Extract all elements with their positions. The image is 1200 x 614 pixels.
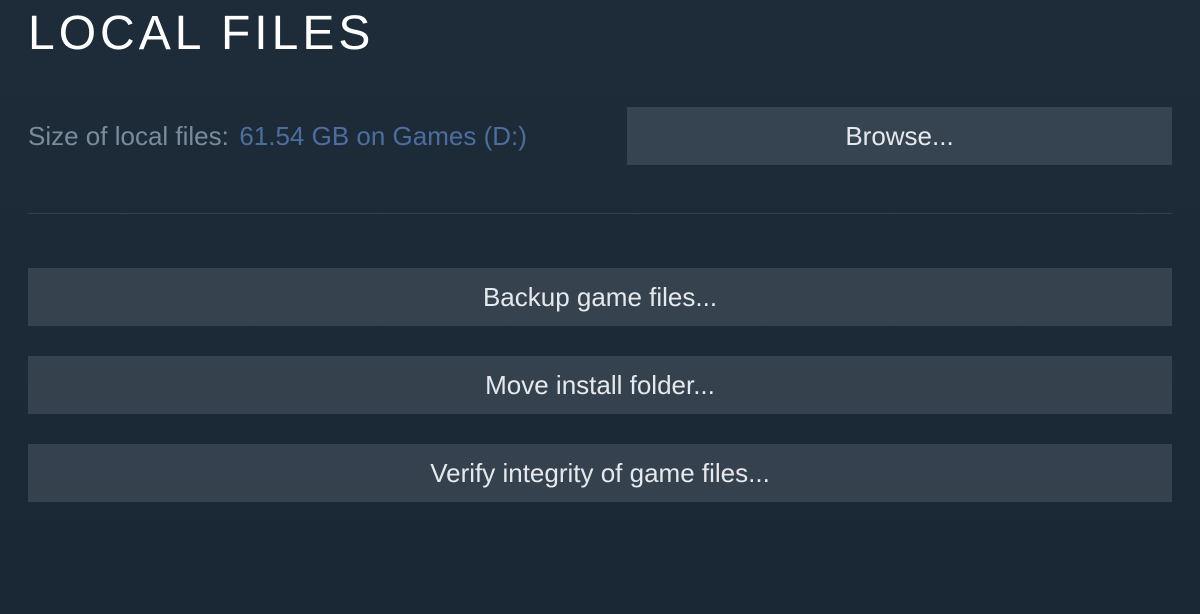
divider xyxy=(28,213,1172,214)
local-files-panel: LOCAL FILES Size of local files: 61.54 G… xyxy=(0,0,1200,502)
move-install-folder-button[interactable]: Move install folder... xyxy=(28,356,1172,414)
size-row: Size of local files: 61.54 GB on Games (… xyxy=(28,107,1172,165)
size-label: Size of local files: xyxy=(28,121,229,151)
size-info: Size of local files: 61.54 GB on Games (… xyxy=(28,121,527,152)
page-title: LOCAL FILES xyxy=(28,6,1172,61)
verify-integrity-button[interactable]: Verify integrity of game files... xyxy=(28,444,1172,502)
browse-button[interactable]: Browse... xyxy=(627,107,1172,165)
backup-game-files-button[interactable]: Backup game files... xyxy=(28,268,1172,326)
size-value: 61.54 GB on Games (D:) xyxy=(239,121,527,151)
